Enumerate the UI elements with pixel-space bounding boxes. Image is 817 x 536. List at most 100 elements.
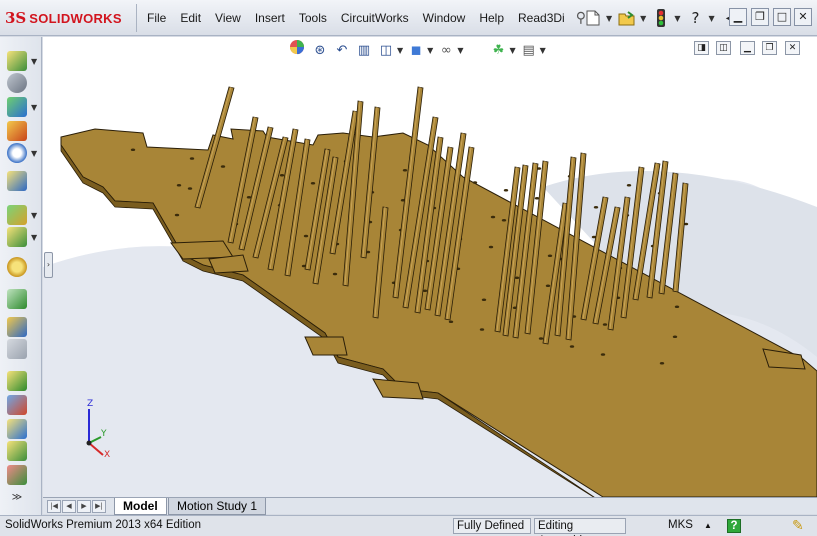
hole-alignment-icon[interactable] [7,419,27,439]
smart-fasteners-icon[interactable] [7,121,27,141]
split-horizontal-icon[interactable]: ◫ [716,41,731,55]
mounting-hole [332,272,338,276]
show-hidden-components-icon[interactable] [7,171,27,191]
mate-icon[interactable] [7,73,27,93]
tab-next-button[interactable]: ▶ [77,500,91,513]
reference-triad: Z Y X [79,399,119,461]
edit-appearance-icon[interactable] [290,40,485,59]
doc-restore-button[interactable]: ❐ [762,41,777,55]
explode-line-sketch-icon[interactable] [7,339,27,359]
linear-pattern-icon[interactable] [7,97,27,117]
mounting-hole [569,345,575,348]
doc-close-button[interactable]: ✕ [785,41,800,55]
doc-minimize-button[interactable]: ▁ [740,41,755,55]
new-dropdown-icon[interactable]: ▼ [606,14,612,23]
help-dropdown-icon[interactable]: ▼ [708,14,714,23]
menu-read3di[interactable]: Read3Di [511,7,572,29]
tab-motion-study[interactable]: Motion Study 1 [168,498,267,515]
instant-3d-icon[interactable] [7,441,27,461]
tab-first-button[interactable]: |◀ [47,500,61,513]
mounting-hole [310,181,316,185]
standard-toolbar: ▼ ▼ ▼ ? ▼ ◀ [584,6,739,30]
units-dropdown-icon[interactable]: ▲ [704,518,712,534]
menu-insert[interactable]: Insert [248,7,292,29]
mounting-hole [593,205,599,209]
hide-show-dropdown-icon[interactable]: ▼ [457,46,463,55]
view-orientation-icon[interactable]: ◫ [377,41,395,59]
mounting-hole [176,183,182,187]
reference-geometry-icon[interactable] [7,227,27,247]
more-tools-icon[interactable]: ≫ [7,489,27,509]
open-folder-icon[interactable] [618,9,636,27]
status-mode: Editing Assembly [534,518,626,536]
minimize-button[interactable]: ▁ [729,8,747,26]
insert-component-dropdown-icon[interactable]: ▼ [31,57,37,66]
display-style-dropdown-icon[interactable]: ▼ [427,46,433,55]
plate-tab-left [304,336,348,356]
tab-model[interactable]: Model [114,498,167,515]
split-view-icon[interactable]: ◨ [694,41,709,55]
mounting-hole [534,196,540,200]
mounting-hole [187,187,193,190]
triad-y-label: Y [101,429,107,439]
apply-scene-dropdown-icon[interactable]: ▼ [509,46,515,55]
menu-bar: File Edit View Insert Tools CircuitWorks… [140,0,586,36]
tab-prev-button[interactable]: ◀ [62,500,76,513]
zoom-to-area-icon[interactable]: ⊛ [311,41,329,59]
apply-scene-icon[interactable]: ☘ [489,41,507,59]
status-tag-icon[interactable]: ✎ [792,518,804,534]
mounting-hole [220,165,226,168]
mounting-hole [547,254,553,258]
menu-circuitworks[interactable]: CircuitWorks [334,7,416,29]
close-button[interactable]: ✕ [794,8,812,26]
maximize-button[interactable]: □ [773,8,791,26]
assembly-features-dropdown-icon[interactable]: ▼ [31,211,37,220]
menu-file[interactable]: File [140,7,173,29]
pattern-dropdown-icon[interactable]: ▼ [31,103,37,112]
menu-window[interactable]: Window [416,7,473,29]
mounting-hole [490,215,496,219]
insert-component-icon[interactable] [7,51,27,71]
mounting-hole [448,320,454,324]
new-document-icon[interactable] [584,9,602,27]
mounting-hole [402,168,408,172]
new-motion-study-icon[interactable] [7,257,27,277]
move-dropdown-icon[interactable]: ▼ [31,149,37,158]
help-icon[interactable]: ? [686,9,704,27]
section-view-icon[interactable]: ▥ [355,41,373,59]
status-units[interactable]: MKS [668,518,693,534]
feature-manager-toggle-handle[interactable]: › [44,252,53,278]
menu-tools[interactable]: Tools [292,7,334,29]
quick-tips-icon[interactable]: ? [727,519,741,533]
bill-of-materials-icon[interactable] [7,289,27,309]
menu-help[interactable]: Help [472,7,511,29]
mounting-hole [501,218,507,222]
large-assembly-mode-icon[interactable] [7,465,27,485]
restore-button[interactable]: ❐ [751,8,769,26]
graphics-area[interactable]: ⊕ ⊛ ↶ ▥ ◫ ▼ ◼ ▼ ∞ ▼ ☘ ▼ ▤ ▼ ◨ ◫ ▁ ❐ ✕ Z … [43,37,817,497]
traffic-light-icon[interactable] [652,9,670,27]
triad-x-label: X [104,450,111,460]
display-style-icon[interactable]: ◼ [407,41,425,59]
view-settings-dropdown-icon[interactable]: ▼ [540,46,546,55]
reference-geometry-dropdown-icon[interactable]: ▼ [31,233,37,242]
rebuild-dropdown-icon[interactable]: ▼ [674,14,680,23]
open-dropdown-icon[interactable]: ▼ [640,14,646,23]
clearance-verification-icon[interactable] [7,395,27,415]
exploded-view-icon[interactable] [7,317,27,337]
model-scene [43,37,817,497]
hide-show-items-icon[interactable]: ∞ [437,41,455,59]
mounting-hole [174,213,180,217]
view-settings-icon[interactable]: ▤ [520,41,538,59]
tab-last-button[interactable]: ▶| [92,500,106,513]
assembly-features-icon[interactable] [7,205,27,225]
menu-edit[interactable]: Edit [173,7,208,29]
move-component-icon[interactable] [7,143,27,163]
triad-z-label: Z [87,399,94,409]
view-orientation-dropdown-icon[interactable]: ▼ [397,46,403,55]
previous-view-icon[interactable]: ↶ [333,41,351,59]
mounting-hole [545,284,551,288]
menu-view[interactable]: View [208,7,248,29]
interference-detection-icon[interactable] [7,371,27,391]
solidworks-logo[interactable]: 3S SOLIDWORKS [5,8,122,28]
